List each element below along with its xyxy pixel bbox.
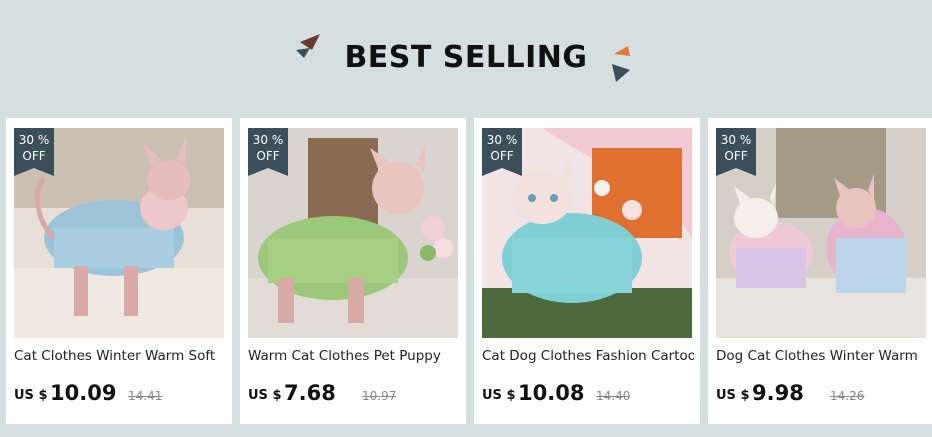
product-list: 30 % OFF Cat Clothes Winter Warm Soft US… <box>6 118 932 424</box>
product-card[interactable]: 30 % OFF Cat Clothes Winter Warm Soft US… <box>6 118 232 424</box>
discount-badge: 30 % OFF <box>716 128 756 176</box>
product-image[interactable]: 30 % OFF <box>716 128 926 338</box>
price-row: US $ 10.09 14.41 <box>14 381 226 407</box>
product-card[interactable]: 30 % OFF Warm Cat Clothes Pet Puppy US $… <box>240 118 466 424</box>
discount-label: OFF <box>22 149 46 163</box>
product-name[interactable]: Cat Clothes Winter Warm Soft <box>14 348 226 364</box>
discount-badge: 30 % OFF <box>248 128 288 176</box>
currency: US $ <box>14 388 48 403</box>
sale-price: 10.08 <box>518 381 585 405</box>
original-price: 14.41 <box>128 389 163 403</box>
original-price: 10.97 <box>362 389 397 403</box>
sale-price: 10.09 <box>50 381 117 405</box>
original-price: 14.26 <box>830 389 865 403</box>
discount-badge: 30 % OFF <box>14 128 54 176</box>
section-title: BEST SELLING <box>344 40 588 75</box>
discount-label: OFF <box>256 149 280 163</box>
price-row: US $ 10.08 14.40 <box>482 381 694 407</box>
discount-badge: 30 % OFF <box>482 128 522 176</box>
product-name[interactable]: Dog Cat Clothes Winter Warm <box>716 348 928 364</box>
currency: US $ <box>716 388 750 403</box>
sale-price: 7.68 <box>284 381 336 405</box>
sale-price: 9.98 <box>752 381 804 405</box>
product-card[interactable]: 30 % OFF Dog Cat Clothes Winter Warm US … <box>708 118 932 424</box>
triangle-decoration-icon <box>612 46 630 82</box>
product-name[interactable]: Cat Dog Clothes Fashion Cartoon <box>482 348 694 364</box>
original-price: 14.40 <box>596 389 631 403</box>
product-card[interactable]: 30 % OFF Cat Dog Clothes Fashion Cartoon… <box>474 118 700 424</box>
product-image[interactable]: 30 % OFF <box>14 128 224 338</box>
price-row: US $ 7.68 10.97 <box>248 381 460 407</box>
discount-label: OFF <box>724 149 748 163</box>
discount-value: 30 % <box>252 133 284 147</box>
discount-value: 30 % <box>486 133 518 147</box>
product-name[interactable]: Warm Cat Clothes Pet Puppy <box>248 348 460 364</box>
section-header: BEST SELLING <box>0 0 932 110</box>
product-image[interactable]: 30 % OFF <box>248 128 458 338</box>
currency: US $ <box>482 388 516 403</box>
discount-label: OFF <box>490 149 514 163</box>
currency: US $ <box>248 388 282 403</box>
product-image[interactable]: 30 % OFF <box>482 128 692 338</box>
discount-value: 30 % <box>720 133 752 147</box>
price-row: US $ 9.98 14.26 <box>716 381 928 407</box>
discount-value: 30 % <box>18 133 50 147</box>
